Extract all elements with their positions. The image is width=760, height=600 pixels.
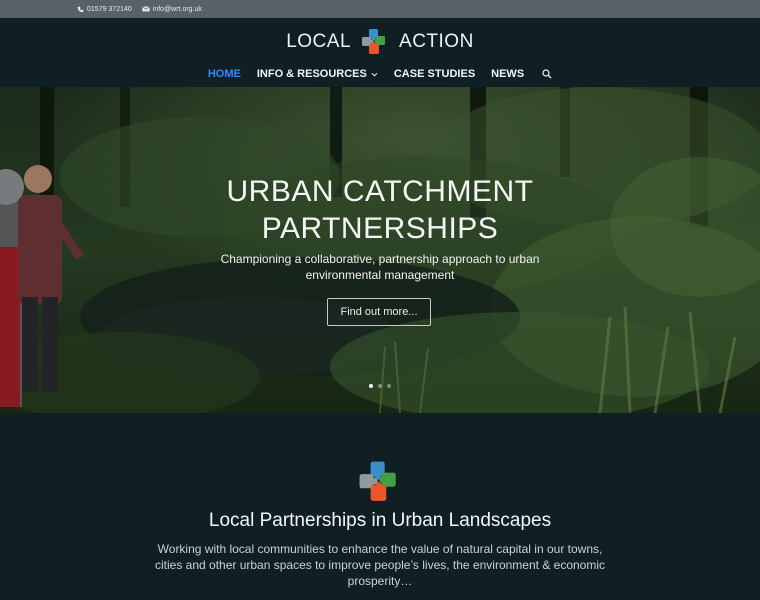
hero-title-line-2: PARTNERSHIPS: [261, 212, 499, 245]
nav-info-resources-label: INFO & RESOURCES: [256, 68, 367, 80]
hero-overlay: [0, 87, 760, 413]
envelope-icon: [141, 6, 150, 12]
nav-info-resources[interactable]: INFO & RESOURCES: [257, 68, 378, 80]
phone-number: 01579 372140: [87, 5, 132, 13]
site-header: LOCAL ACTION HOME INFO & RESOURCES CASE …: [0, 18, 760, 87]
slider-pagination: [0, 384, 760, 388]
nav-home[interactable]: HOME: [208, 68, 241, 80]
hero-subtitle: Championing a collaborative, partnership…: [220, 252, 540, 282]
hero-title-line-1: URBAN CATCHMENT: [226, 175, 534, 208]
intro-section: Local Partnerships in Urban Landscapes W…: [0, 413, 760, 600]
slider-dot-2[interactable]: [378, 384, 382, 388]
slider-dot-3[interactable]: [387, 384, 391, 388]
logo-word-left: LOCAL: [286, 31, 352, 52]
logo-word-right: ACTION: [399, 31, 474, 52]
site-logo[interactable]: LOCAL ACTION: [0, 28, 760, 56]
hero-title: URBAN CATCHMENT PARTNERSHIPS: [0, 173, 760, 247]
puzzle-icon: [359, 461, 396, 501]
phone-contact[interactable]: 01579 372140: [77, 6, 132, 13]
nav-news[interactable]: NEWS: [491, 68, 524, 80]
intro-heading: Local Partnerships in Urban Landscapes: [208, 510, 552, 531]
chevron-down-icon: [371, 72, 378, 77]
hero-slider: URBAN CATCHMENT PARTNERSHIPS Championing…: [0, 87, 760, 413]
top-bar: 01579 372140 info@wrt.org.uk: [0, 0, 760, 18]
email-address: info@wrt.org.uk: [152, 5, 202, 13]
phone-icon: [77, 6, 84, 12]
nav-case-studies[interactable]: CASE STUDIES: [394, 68, 475, 80]
find-out-more-button[interactable]: Find out more...: [327, 298, 431, 326]
email-contact[interactable]: info@wrt.org.uk: [141, 5, 202, 13]
puzzle-logo-icon: [362, 29, 386, 54]
search-icon[interactable]: [542, 69, 552, 79]
main-nav: HOME INFO & RESOURCES CASE STUDIES NEWS: [0, 68, 760, 80]
intro-body: Working with local communities to enhanc…: [154, 542, 606, 588]
slider-dot-1[interactable]: [369, 384, 373, 388]
